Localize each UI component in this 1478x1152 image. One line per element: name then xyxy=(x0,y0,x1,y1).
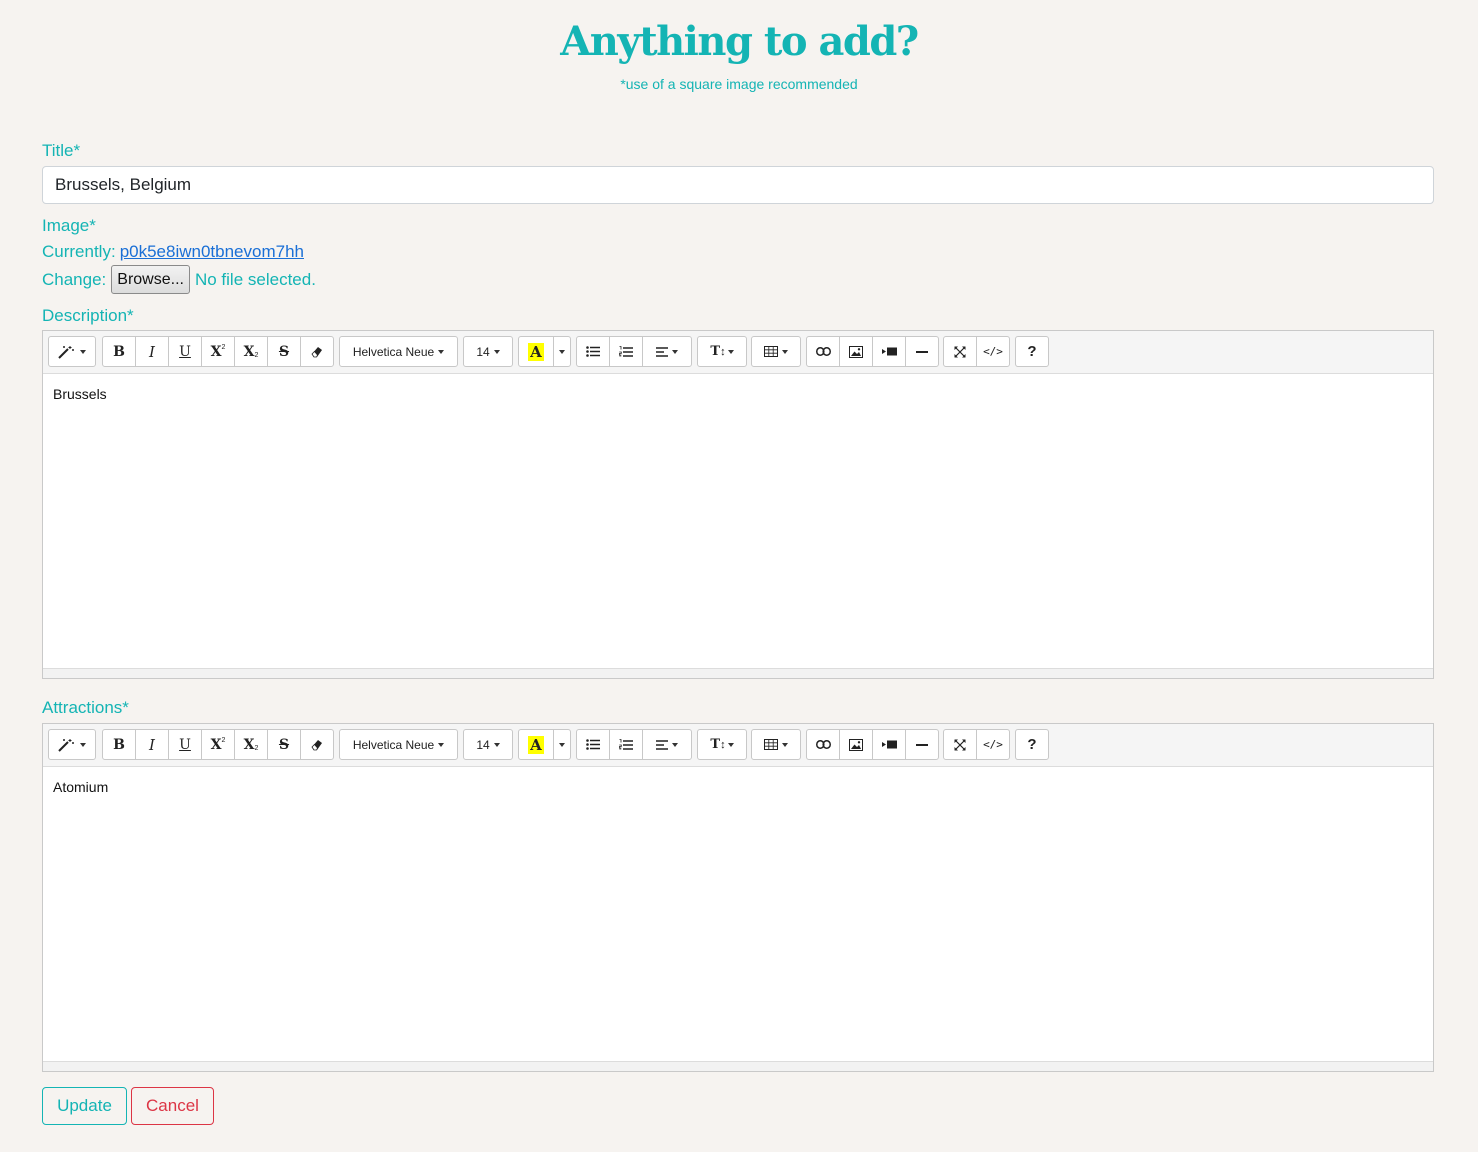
link-icon[interactable] xyxy=(806,729,840,760)
title-label: Title* xyxy=(42,141,81,160)
font-family-dropdown[interactable]: Helvetica Neue xyxy=(339,729,458,760)
font-size-dropdown[interactable]: 14 xyxy=(463,336,513,367)
eraser-icon[interactable] xyxy=(300,336,334,367)
subscript-icon[interactable]: X2 xyxy=(234,729,268,760)
font-color-dropdown-icon[interactable] xyxy=(553,729,571,760)
no-file-text: No file selected. xyxy=(194,269,316,289)
code-view-icon[interactable]: </> xyxy=(976,336,1010,367)
font-size-value: 14 xyxy=(476,737,490,752)
title-input[interactable] xyxy=(42,166,1434,204)
subscript-icon[interactable]: X2 xyxy=(234,336,268,367)
italic-icon[interactable]: I xyxy=(135,336,169,367)
unordered-list-icon[interactable] xyxy=(576,729,610,760)
current-image-link[interactable]: p0k5e8iwn0tbnevom7hh xyxy=(120,241,304,263)
font-size-value: 14 xyxy=(476,344,490,359)
image-current-row: Currently: p0k5e8iwn0tbnevom7hh xyxy=(42,241,304,263)
ordered-list-icon[interactable] xyxy=(609,336,643,367)
description-resize-bar[interactable] xyxy=(43,668,1433,678)
description-label: Description* xyxy=(42,306,134,325)
fullscreen-icon[interactable] xyxy=(943,336,977,367)
magic-icon[interactable] xyxy=(48,729,96,760)
strikethrough-icon[interactable]: S xyxy=(267,336,301,367)
strikethrough-icon[interactable]: S xyxy=(267,729,301,760)
code-view-icon[interactable]: </> xyxy=(976,729,1010,760)
description-text: Brussels xyxy=(53,386,107,402)
help-icon[interactable]: ? xyxy=(1015,336,1049,367)
unordered-list-icon[interactable] xyxy=(576,336,610,367)
table-icon[interactable] xyxy=(751,729,801,760)
edit-destination-page: Anything to add? *use of a square image … xyxy=(0,0,1478,1152)
ordered-list-icon[interactable] xyxy=(609,729,643,760)
superscript-icon[interactable]: X2 xyxy=(201,729,235,760)
attractions-label: Attractions* xyxy=(42,698,129,717)
picture-icon[interactable] xyxy=(839,729,873,760)
cancel-button[interactable]: Cancel xyxy=(131,1087,214,1125)
update-button[interactable]: Update xyxy=(42,1087,127,1125)
bold-icon[interactable]: B xyxy=(102,336,136,367)
browse-button[interactable]: Browse... xyxy=(111,265,190,294)
table-icon[interactable] xyxy=(751,336,801,367)
attractions-toolbar: B I U X2 X2 S Helvetica Neue 14 A T ↕ </… xyxy=(43,724,1433,767)
font-family-value: Helvetica Neue xyxy=(352,344,435,359)
superscript-icon[interactable]: X2 xyxy=(201,336,235,367)
page-subtitle: *use of a square image recommended xyxy=(620,76,858,92)
attractions-editor: B I U X2 X2 S Helvetica Neue 14 A T ↕ </… xyxy=(42,723,1434,1072)
video-icon[interactable] xyxy=(872,336,906,367)
align-icon[interactable] xyxy=(642,336,692,367)
description-editor: B I U X2 X2 S Helvetica Neue 14 A T ↕ </… xyxy=(42,330,1434,679)
font-family-dropdown[interactable]: Helvetica Neue xyxy=(339,336,458,367)
underline-icon[interactable]: U xyxy=(168,729,202,760)
description-toolbar: B I U X2 X2 S Helvetica Neue 14 A T ↕ </… xyxy=(43,331,1433,374)
page-title: Anything to add? xyxy=(560,18,919,65)
font-color-icon[interactable]: A xyxy=(518,336,554,367)
fullscreen-icon[interactable] xyxy=(943,729,977,760)
line-height-icon[interactable]: T ↕ xyxy=(697,336,747,367)
line-height-icon[interactable]: T ↕ xyxy=(697,729,747,760)
attractions-text: Atomium xyxy=(53,779,109,795)
currently-label: Currently: xyxy=(42,242,116,261)
image-change-row: Change: Browse... No file selected. xyxy=(42,264,316,295)
bold-icon[interactable]: B xyxy=(102,729,136,760)
attractions-content-area[interactable]: Atomium xyxy=(43,767,1433,1061)
link-icon[interactable] xyxy=(806,336,840,367)
font-family-value: Helvetica Neue xyxy=(352,737,435,752)
horizontal-rule-icon[interactable] xyxy=(905,729,939,760)
help-icon[interactable]: ? xyxy=(1015,729,1049,760)
italic-icon[interactable]: I xyxy=(135,729,169,760)
font-color-icon[interactable]: A xyxy=(518,729,554,760)
underline-icon[interactable]: U xyxy=(168,336,202,367)
horizontal-rule-icon[interactable] xyxy=(905,336,939,367)
picture-icon[interactable] xyxy=(839,336,873,367)
image-label: Image* xyxy=(42,216,96,235)
font-color-dropdown-icon[interactable] xyxy=(553,336,571,367)
change-label: Change: xyxy=(42,269,107,289)
attractions-resize-bar[interactable] xyxy=(43,1061,1433,1071)
video-icon[interactable] xyxy=(872,729,906,760)
magic-icon[interactable] xyxy=(48,336,96,367)
eraser-icon[interactable] xyxy=(300,729,334,760)
align-icon[interactable] xyxy=(642,729,692,760)
font-size-dropdown[interactable]: 14 xyxy=(463,729,513,760)
description-content-area[interactable]: Brussels xyxy=(43,374,1433,668)
